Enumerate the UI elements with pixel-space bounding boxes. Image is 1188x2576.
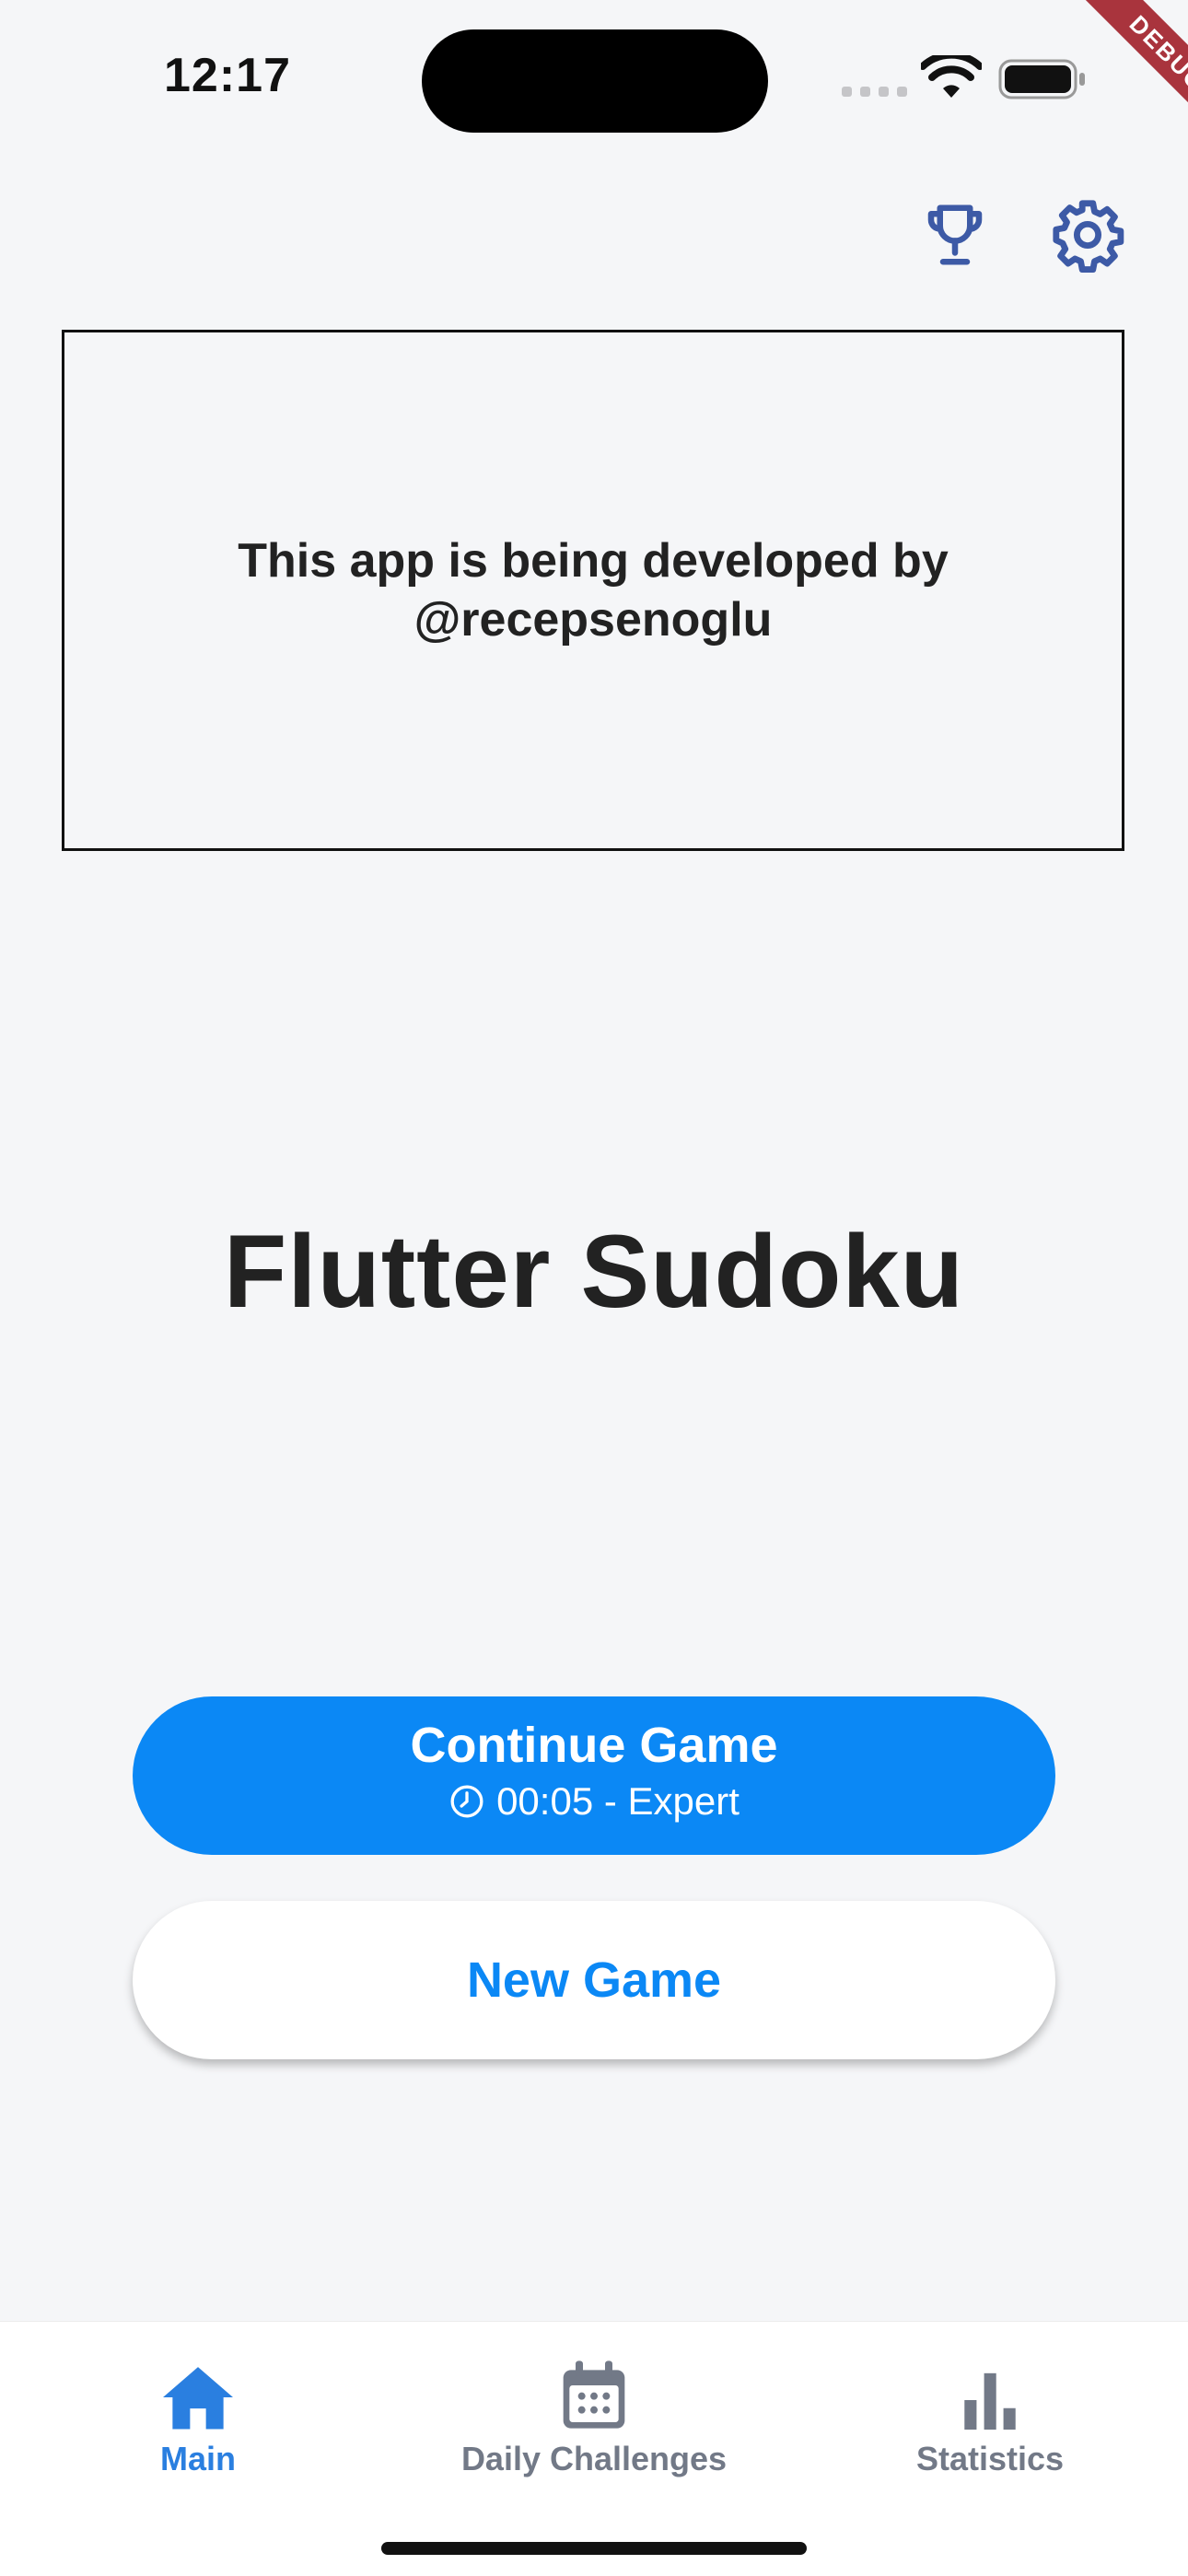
- clock-icon: [450, 1785, 483, 1818]
- tab-daily-challenges-label: Daily Challenges: [460, 2440, 728, 2477]
- trophy-icon: [927, 204, 983, 265]
- game-time: 00:05: [496, 1779, 594, 1823]
- continue-game-info: 00:05 - Expert: [133, 1776, 1055, 1827]
- game-info-separator: -: [593, 1779, 628, 1823]
- calendar-icon: [563, 2360, 625, 2429]
- cellular-signal-icon: [842, 87, 907, 97]
- tab-daily-challenges[interactable]: Daily Challenges: [396, 2349, 792, 2478]
- leaderboard-button[interactable]: [915, 195, 995, 274]
- settings-button[interactable]: [1048, 195, 1127, 274]
- tab-statistics[interactable]: Statistics: [792, 2349, 1188, 2478]
- debug-label: DEBUG: [1055, 0, 1188, 166]
- home-indicator[interactable]: [381, 2542, 807, 2555]
- new-game-button[interactable]: New Game: [133, 1901, 1055, 2059]
- dynamic-island: [422, 29, 768, 133]
- tab-main-label: Main: [159, 2440, 236, 2477]
- status-bar: 12:17: [0, 0, 1188, 147]
- ad-banner[interactable]: This app is being developed by @recepsen…: [62, 330, 1124, 851]
- continue-game-label: Continue Game: [410, 1718, 778, 1773]
- status-time: 12:17: [164, 49, 291, 102]
- tab-statistics-label: Statistics: [915, 2440, 1065, 2477]
- bottom-navigation-bar: Main Daily Challenges Statistics: [0, 2321, 1188, 2576]
- bar-chart-icon: [964, 2372, 1016, 2430]
- gear-icon: [1053, 200, 1124, 273]
- wifi-icon: [921, 55, 982, 98]
- continue-game-button[interactable]: Continue Game 00:05 - Expert: [133, 1696, 1055, 1855]
- tab-main[interactable]: Main: [0, 2349, 396, 2478]
- app-title: Flutter Sudoku: [223, 1214, 965, 1329]
- new-game-label: New Game: [466, 1952, 722, 2008]
- home-icon: [163, 2367, 233, 2430]
- ad-banner-text: This app is being developed by @recepsen…: [238, 534, 949, 647]
- debug-banner: DEBUG: [1013, 0, 1188, 175]
- game-difficulty: Expert: [627, 1779, 740, 1823]
